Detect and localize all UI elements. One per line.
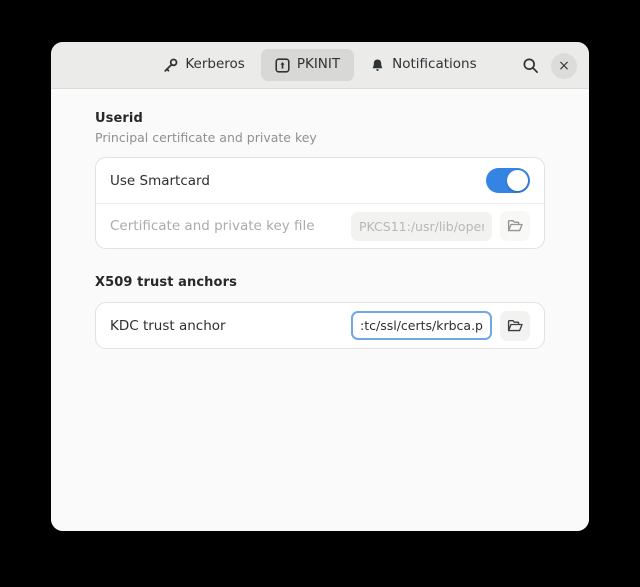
row-certificate-file: Certificate and private key file PKCS11:…	[96, 203, 544, 248]
header-bar: Kerberos PKINIT Notifications ×	[51, 42, 589, 89]
settings-window: Kerberos PKINIT Notifications × Userid P…	[51, 42, 589, 531]
folder-open-icon	[507, 218, 523, 234]
row-use-smartcard: Use Smartcard	[96, 158, 544, 203]
use-smartcard-toggle[interactable]	[486, 168, 530, 193]
toggle-knob	[507, 170, 528, 191]
use-smartcard-label: Use Smartcard	[110, 172, 210, 189]
smartcard-icon	[275, 57, 290, 73]
bell-icon	[370, 58, 385, 73]
kdc-trust-anchor-value: :tc/ssl/certs/krbca.pem	[360, 318, 483, 333]
section-x509: X509 trust anchors KDC trust anchor :tc/…	[95, 275, 545, 349]
folder-open-icon	[507, 318, 523, 334]
row-kdc-trust-anchor: KDC trust anchor :tc/ssl/certs/krbca.pem	[96, 303, 544, 348]
tab-kerberos-label: Kerberos	[185, 56, 245, 73]
close-button[interactable]: ×	[551, 52, 577, 79]
x509-card: KDC trust anchor :tc/ssl/certs/krbca.pem	[95, 302, 545, 349]
close-icon: ×	[558, 57, 570, 74]
kdc-trust-anchor-label: KDC trust anchor	[110, 317, 226, 334]
tab-notifications-label: Notifications	[392, 56, 477, 73]
certificate-file-value: PKCS11:/usr/lib/opensc	[359, 218, 484, 234]
tab-kerberos[interactable]: Kerberos	[149, 49, 258, 81]
section-userid: Userid Principal certificate and private…	[95, 111, 545, 249]
certificate-file-input[interactable]: PKCS11:/usr/lib/opensc	[351, 211, 492, 241]
tab-bar: Kerberos PKINIT Notifications	[149, 49, 490, 81]
content-area: Userid Principal certificate and private…	[51, 89, 589, 531]
section-userid-title: Userid	[95, 111, 143, 126]
tab-notifications[interactable]: Notifications	[356, 49, 491, 81]
certificate-file-label: Certificate and private key file	[110, 218, 315, 234]
kdc-trust-anchor-input[interactable]: :tc/ssl/certs/krbca.pem	[351, 311, 492, 340]
tab-pkinit-label: PKINIT	[296, 56, 341, 73]
tab-pkinit[interactable]: PKINIT	[260, 49, 355, 81]
certificate-file-browse-button[interactable]	[500, 211, 530, 241]
kdc-trust-anchor-browse-button[interactable]	[500, 310, 530, 341]
search-icon	[522, 57, 539, 74]
header-actions: ×	[515, 42, 577, 89]
userid-card: Use Smartcard Certificate and private ke…	[95, 157, 545, 249]
section-x509-title: X509 trust anchors	[95, 275, 237, 290]
key-icon	[163, 58, 178, 73]
section-userid-subtitle: Principal certificate and private key	[95, 130, 317, 145]
search-button[interactable]	[515, 51, 545, 81]
